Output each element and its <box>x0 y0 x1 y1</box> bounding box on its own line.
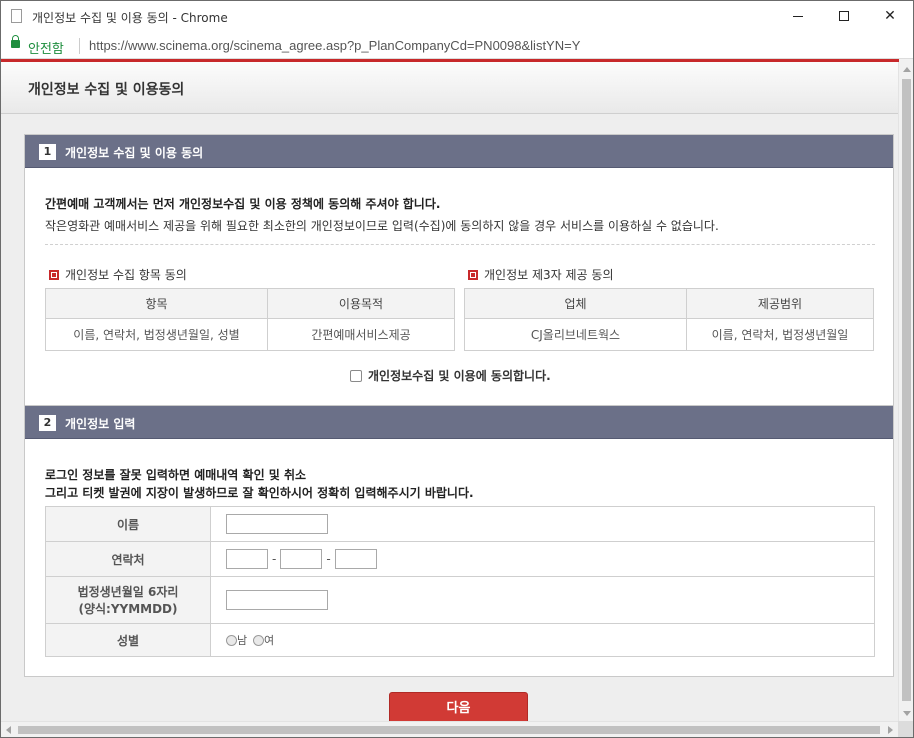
popup-header: 개인정보 수집 및 이용동의 <box>1 62 898 114</box>
notice-line-2: 그리고 티켓 발권에 지장이 발생하므로 잘 확인하시어 정확히 입력해주시기 … <box>45 486 474 500</box>
consent-section-header: 1 개인정보 수집 및 이용 동의 <box>25 135 893 168</box>
form-row-gender: 성별 남 여 <box>45 623 875 657</box>
third-party-table: 업체 제공범위 CJ올리브네트웍스 이름, 연락처, 법정생년월일 <box>464 288 874 351</box>
gender-label: 성별 <box>45 623 211 657</box>
gender-female-label[interactable]: 여 <box>264 634 274 647</box>
table-cell: 간편예매서비스제공 <box>267 318 455 351</box>
phone-label: 연락처 <box>45 541 211 577</box>
agree-text[interactable]: 개인정보수집 및 이용에 동의합니다. <box>368 367 551 384</box>
table-header-row: 업체 제공범위 <box>464 288 874 319</box>
name-label: 이름 <box>45 506 211 542</box>
collect-table-heading-text: 개인정보 수집 항목 동의 <box>65 268 187 282</box>
gender-male-radio[interactable] <box>226 634 237 646</box>
phone-dash: - <box>326 552 331 566</box>
close-button[interactable]: ✕ <box>867 1 913 31</box>
table-header-cell: 이용목적 <box>267 288 455 319</box>
lock-icon <box>11 35 20 48</box>
maximize-button[interactable] <box>821 1 867 31</box>
gender-female-radio[interactable] <box>252 634 264 646</box>
page-viewport: 개인정보 수집 및 이용동의 1 개인정보 수집 및 이용 동의 간편예매 고객… <box>1 62 898 721</box>
personal-info-form: 이름 연락처 - - 법정생년월일 6자리 (양식:YYMMDD) 성별 남 여 <box>45 506 875 657</box>
gender-male-label[interactable]: 남 <box>237 634 247 647</box>
table-cell: 이름, 연락처, 법정생년월일, 성별 <box>45 318 268 351</box>
table-header-cell: 업체 <box>464 288 687 319</box>
maximize-icon <box>839 11 849 21</box>
birth-input[interactable] <box>226 590 328 610</box>
minimize-button[interactable] <box>775 1 821 31</box>
personal-info-section: 2 개인정보 입력 로그인 정보를 잘못 입력하면 예매내역 확인 및 취소 그… <box>24 405 894 677</box>
vertical-scroll-thumb[interactable] <box>902 79 911 701</box>
scroll-up-icon[interactable] <box>903 67 911 72</box>
url-text[interactable]: https://www.scinema.org/scinema_agree.as… <box>89 38 580 53</box>
section-title: 개인정보 수집 및 이용 동의 <box>65 146 204 160</box>
address-divider <box>79 38 80 54</box>
dashed-divider <box>45 244 875 245</box>
phone-input-2[interactable] <box>280 549 323 569</box>
third-party-table-heading: 개인정보 제3자 제공 동의 <box>468 266 613 283</box>
horizontal-scrollbar[interactable] <box>1 721 898 737</box>
agree-checkbox[interactable] <box>350 369 362 382</box>
name-input[interactable] <box>226 514 328 534</box>
section-number: 2 <box>39 415 56 431</box>
phone-input-1[interactable] <box>226 549 268 569</box>
table-header-cell: 항목 <box>45 288 268 319</box>
personal-info-section-header: 2 개인정보 입력 <box>25 406 893 439</box>
title-bar: 개인정보 수집 및 이용 동의 - Chrome ✕ <box>1 1 913 33</box>
table-row: 이름, 연락처, 법정생년월일, 성별 간편예매서비스제공 <box>45 318 455 351</box>
table-cell: 이름, 연락처, 법정생년월일 <box>686 318 874 351</box>
section-number: 1 <box>39 144 56 160</box>
table-cell: CJ올리브네트웍스 <box>464 318 687 351</box>
collect-table: 항목 이용목적 이름, 연락처, 법정생년월일, 성별 간편예매서비스제공 <box>45 288 455 351</box>
birth-label-line-2: (양식:YYMMDD) <box>78 602 178 616</box>
bullet-icon <box>49 269 59 280</box>
form-row-birth: 법정생년월일 6자리 (양식:YYMMDD) <box>45 576 875 624</box>
table-header-row: 항목 이용목적 <box>45 288 455 319</box>
scroll-down-icon[interactable] <box>903 711 911 716</box>
page-title: 개인정보 수집 및 이용동의 <box>28 82 185 98</box>
intro-bold-text: 간편예매 고객께서는 먼저 개인정보수집 및 이용 정책에 동의해 주셔야 합니… <box>45 197 441 211</box>
vertical-scrollbar[interactable] <box>898 62 913 721</box>
minimize-icon <box>793 15 803 17</box>
agree-checkbox-label[interactable]: 개인정보수집 및 이용에 동의합니다. <box>350 367 551 384</box>
close-icon: ✕ <box>884 8 896 24</box>
bullet-icon <box>468 269 478 280</box>
form-row-phone: 연락처 - - <box>45 541 875 577</box>
scroll-right-icon[interactable] <box>888 726 893 734</box>
collect-table-heading: 개인정보 수집 항목 동의 <box>49 266 187 283</box>
phone-input-3[interactable] <box>334 549 377 569</box>
consent-section: 1 개인정보 수집 및 이용 동의 간편예매 고객께서는 먼저 개인정보수집 및… <box>24 134 894 406</box>
window-title: 개인정보 수집 및 이용 동의 - Chrome <box>32 11 228 25</box>
intro-text: 작은영화관 예매서비스 제공을 위해 필요한 최소한의 개인정보이므로 입력(수… <box>45 219 719 233</box>
birth-label: 법정생년월일 6자리 (양식:YYMMDD) <box>45 576 211 624</box>
horizontal-scroll-thumb[interactable] <box>18 726 880 734</box>
scrollbar-corner <box>898 721 913 737</box>
phone-dash: - <box>272 552 277 566</box>
section-title: 개인정보 입력 <box>65 417 136 431</box>
address-bar[interactable]: 안전함 https://www.scinema.org/scinema_agre… <box>1 33 913 59</box>
form-row-name: 이름 <box>45 506 875 542</box>
scroll-left-icon[interactable] <box>6 726 11 734</box>
secure-label[interactable]: 안전함 <box>28 38 64 57</box>
table-header-cell: 제공범위 <box>686 288 874 319</box>
next-button[interactable]: 다음 <box>389 692 528 721</box>
browser-window: 개인정보 수집 및 이용 동의 - Chrome ✕ 안전함 https://w… <box>0 0 914 738</box>
table-row: CJ올리브네트웍스 이름, 연락처, 법정생년월일 <box>464 318 874 351</box>
page-icon <box>11 9 22 23</box>
notice-line-1: 로그인 정보를 잘못 입력하면 예매내역 확인 및 취소 <box>45 468 307 482</box>
third-party-table-heading-text: 개인정보 제3자 제공 동의 <box>484 268 614 282</box>
birth-label-line-1: 법정생년월일 6자리 <box>77 585 179 599</box>
